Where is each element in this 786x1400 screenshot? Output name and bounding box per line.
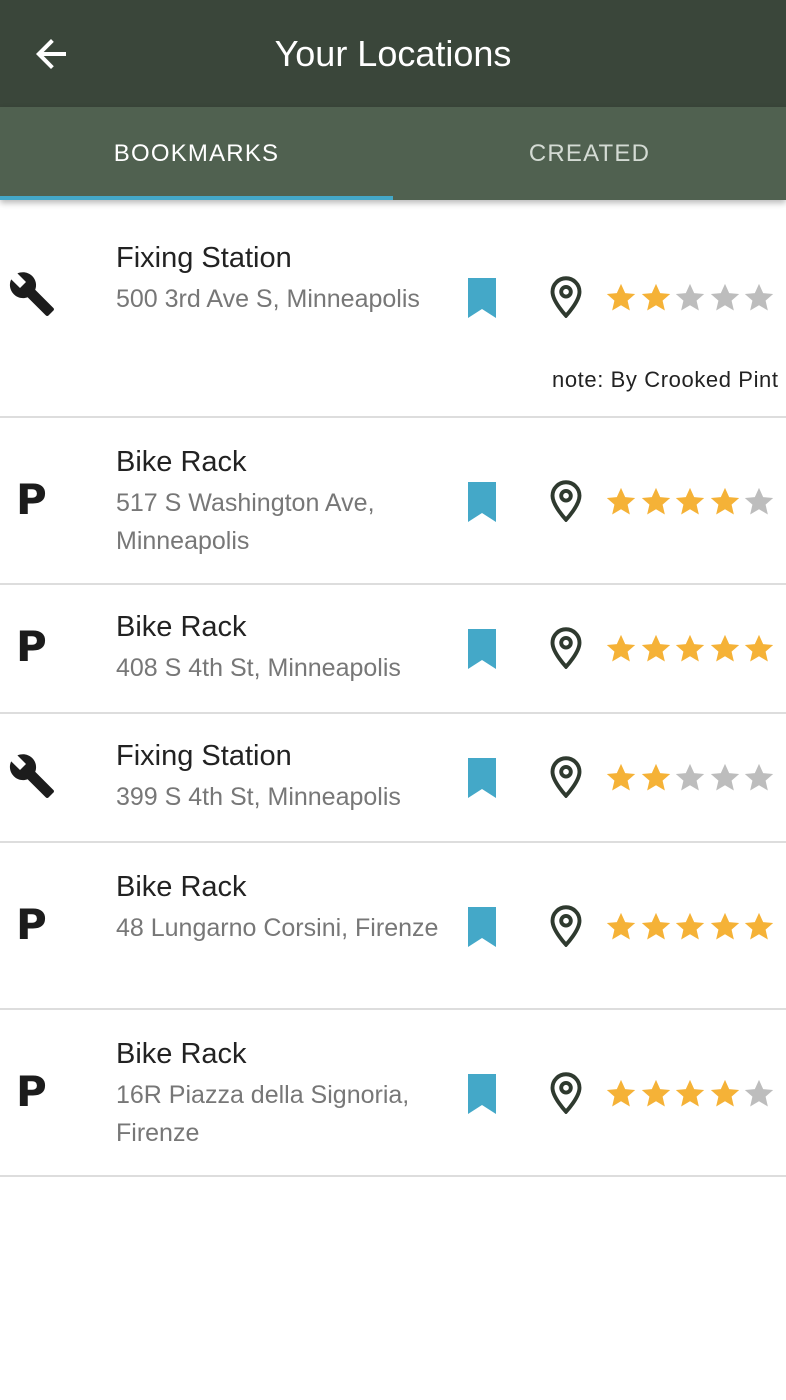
location-name: Fixing Station <box>116 242 292 274</box>
star-icon <box>708 910 742 944</box>
wrench-icon <box>8 752 56 800</box>
star-rating <box>604 485 777 519</box>
star-rating <box>604 632 777 666</box>
star-icon <box>604 632 638 666</box>
parking-icon-glyph: P <box>16 900 47 949</box>
star-icon <box>639 761 673 795</box>
star-icon <box>604 910 638 944</box>
bookmark-icon[interactable] <box>466 278 498 318</box>
star-icon <box>673 1077 707 1111</box>
location-address: 16R Piazza della Signoria, Firenze <box>116 1081 410 1147</box>
star-icon <box>708 1077 742 1111</box>
star-icon <box>639 485 673 519</box>
location-texts: Fixing Station 399 S 4th St, Minneapolis <box>116 738 446 816</box>
parking-icon: P <box>8 623 56 671</box>
location-address: 517 S Washington Ave, Minneapolis <box>116 489 375 555</box>
star-icon <box>742 632 776 666</box>
map-pin-icon[interactable] <box>548 276 584 318</box>
page-title: Your Locations <box>274 33 512 74</box>
star-icon <box>742 761 776 795</box>
location-note: note: By Crooked Pint <box>552 367 779 392</box>
star-icon <box>708 281 742 315</box>
location-texts: Bike Rack 517 S Washington Ave, Minneapo… <box>116 444 446 560</box>
star-icon <box>673 761 707 795</box>
map-pin-icon[interactable] <box>548 627 584 669</box>
map-pin-icon[interactable] <box>548 480 584 522</box>
star-icon <box>604 1077 638 1111</box>
bookmark-icon[interactable] <box>466 1074 498 1114</box>
bookmark-icon[interactable] <box>466 907 498 947</box>
location-texts: Bike Rack 16R Piazza della Signoria, Fir… <box>116 1036 446 1152</box>
parking-icon: P <box>8 901 56 949</box>
star-icon <box>708 485 742 519</box>
location-row[interactable]: P Bike Rack 48 Lungarno Corsini, Firenze <box>0 843 786 1010</box>
star-icon <box>639 1077 673 1111</box>
parking-icon-glyph: P <box>16 1067 47 1116</box>
location-texts: Bike Rack 408 S 4th St, Minneapolis <box>116 609 446 687</box>
map-pin-icon[interactable] <box>548 905 584 947</box>
star-icon <box>604 761 638 795</box>
location-address: 408 S 4th St, Minneapolis <box>116 654 401 682</box>
wrench-icon <box>8 270 56 318</box>
star-icon <box>673 910 707 944</box>
tab-bar: BOOKMARKS CREATED <box>0 107 786 200</box>
app-bar: Your Locations <box>0 0 786 107</box>
location-texts: Bike Rack 48 Lungarno Corsini, Firenze <box>116 869 446 947</box>
location-address: 500 3rd Ave S, Minneapolis <box>116 285 420 313</box>
star-icon <box>742 1077 776 1111</box>
parking-icon-glyph: P <box>16 622 47 671</box>
location-row[interactable]: P Bike Rack 517 S Washington Ave, Minnea… <box>0 418 786 585</box>
star-icon <box>673 485 707 519</box>
star-rating <box>604 1077 777 1111</box>
star-icon <box>742 485 776 519</box>
location-row[interactable]: Fixing Station 500 3rd Ave S, Minneapoli… <box>0 200 786 418</box>
star-icon <box>604 485 638 519</box>
location-name: Bike Rack <box>116 871 247 903</box>
star-icon <box>708 761 742 795</box>
tab-indicator <box>0 196 393 200</box>
star-icon <box>673 632 707 666</box>
star-icon <box>742 281 776 315</box>
location-address: 399 S 4th St, Minneapolis <box>116 783 401 811</box>
star-rating <box>604 281 777 315</box>
tab-bookmarks[interactable]: BOOKMARKS <box>0 107 393 200</box>
location-row[interactable]: Fixing Station 399 S 4th St, Minneapolis <box>0 714 786 843</box>
star-rating <box>604 910 777 944</box>
parking-icon: P <box>8 476 56 524</box>
location-row[interactable]: P Bike Rack 408 S 4th St, Minneapolis <box>0 585 786 714</box>
bookmark-icon[interactable] <box>466 629 498 669</box>
map-pin-icon[interactable] <box>548 1072 584 1114</box>
parking-icon-glyph: P <box>16 475 47 524</box>
location-name: Fixing Station <box>116 740 292 772</box>
tab-created[interactable]: CREATED <box>393 107 786 200</box>
star-icon <box>742 910 776 944</box>
location-name: Bike Rack <box>116 1038 247 1070</box>
star-icon <box>639 632 673 666</box>
map-pin-icon[interactable] <box>548 756 584 798</box>
location-row[interactable]: P Bike Rack 16R Piazza della Signoria, F… <box>0 1010 786 1177</box>
star-icon <box>708 632 742 666</box>
locations-list: Fixing Station 500 3rd Ave S, Minneapoli… <box>0 200 786 1177</box>
star-icon <box>639 910 673 944</box>
star-icon <box>639 281 673 315</box>
parking-icon: P <box>8 1068 56 1116</box>
location-address: 48 Lungarno Corsini, Firenze <box>116 914 439 942</box>
location-texts: Fixing Station 500 3rd Ave S, Minneapoli… <box>116 240 446 318</box>
star-icon <box>604 281 638 315</box>
star-icon <box>673 281 707 315</box>
location-name: Bike Rack <box>116 611 247 643</box>
bookmark-icon[interactable] <box>466 758 498 798</box>
star-rating <box>604 761 777 795</box>
bookmark-icon[interactable] <box>466 482 498 522</box>
location-name: Bike Rack <box>116 446 247 478</box>
